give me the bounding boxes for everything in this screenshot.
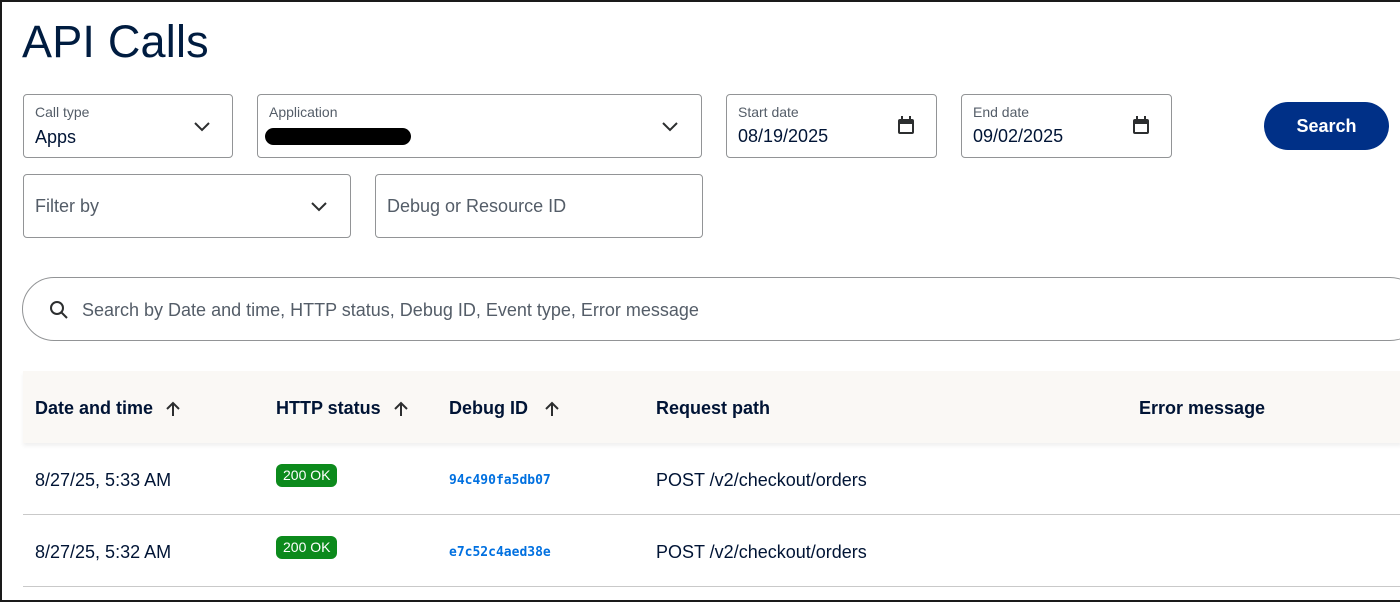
datetime-cell: 8/27/25, 5:32 AM	[35, 542, 172, 562]
search-button[interactable]: Search	[1264, 102, 1389, 150]
column-header-status[interactable]: HTTP status	[276, 398, 409, 419]
column-header-error-message: Error message	[1139, 398, 1265, 419]
sort-ascending-icon[interactable]	[165, 401, 181, 417]
redacted-value	[265, 128, 411, 145]
table-search-input[interactable]: Search by Date and time, HTTP status, De…	[22, 277, 1400, 341]
request-path-cell: POST /v2/checkout/orders	[656, 470, 867, 490]
debug-id-link[interactable]: e7c52c4aed38e	[449, 545, 551, 560]
column-header-request-path: Request path	[656, 398, 770, 419]
datetime-cell: 8/27/25, 5:33 AM	[35, 470, 172, 490]
call-type-label: Call type	[35, 104, 90, 120]
end-date-label: End date	[973, 104, 1030, 120]
column-header-debug-id[interactable]: Debug ID	[449, 398, 560, 419]
debug-id-placeholder: Debug or Resource ID	[387, 196, 567, 216]
call-type-select[interactable]: Call type Apps	[23, 94, 233, 158]
chevron-down-icon	[662, 122, 678, 132]
filter-by-placeholder: Filter by	[35, 196, 100, 216]
status-badge: 200 OK	[276, 464, 338, 487]
call-type-value: Apps	[35, 127, 77, 147]
search-icon	[50, 301, 68, 319]
chevron-down-icon	[311, 202, 327, 212]
table-row[interactable]: 8/27/25, 5:32 AM 200 OK e7c52c4aed38e PO…	[23, 515, 1400, 587]
search-placeholder: Search by Date and time, HTTP status, De…	[82, 300, 699, 320]
column-label: Request path	[656, 398, 771, 418]
app-frame: API Calls Call type Apps Application Sta…	[0, 0, 1400, 602]
calendar-icon[interactable]	[1132, 116, 1150, 135]
application-select[interactable]: Application	[257, 94, 702, 158]
end-date-value: 09/02/2025	[973, 126, 1064, 146]
chevron-down-icon	[194, 122, 210, 132]
application-label: Application	[269, 104, 338, 120]
sort-ascending-icon[interactable]	[393, 401, 409, 417]
column-header-date[interactable]: Date and time	[35, 398, 181, 419]
column-label: HTTP status	[276, 398, 381, 418]
table-row[interactable]: 8/27/25, 5:33 AM 200 OK 94c490fa5db07 PO…	[23, 443, 1400, 515]
debug-id-input[interactable]: Debug or Resource ID	[375, 174, 703, 238]
sort-ascending-icon[interactable]	[544, 401, 560, 417]
request-path-cell: POST /v2/checkout/orders	[656, 542, 867, 562]
page-title: API Calls	[22, 16, 209, 67]
start-date-field[interactable]: Start date 08/19/2025	[726, 94, 937, 158]
start-date-value: 08/19/2025	[738, 126, 829, 146]
table-header: Date and time HTTP status Debug ID Reque…	[23, 371, 1400, 443]
debug-id-link[interactable]: 94c490fa5db07	[449, 473, 551, 488]
start-date-label: Start date	[738, 104, 799, 120]
filter-by-select[interactable]: Filter by	[23, 174, 351, 238]
column-label: Error message	[1139, 398, 1266, 418]
column-label: Debug ID	[449, 398, 528, 418]
column-label: Date and time	[35, 398, 154, 418]
calendar-icon[interactable]	[897, 116, 915, 135]
end-date-field[interactable]: End date 09/02/2025	[961, 94, 1172, 158]
status-badge: 200 OK	[276, 536, 338, 559]
